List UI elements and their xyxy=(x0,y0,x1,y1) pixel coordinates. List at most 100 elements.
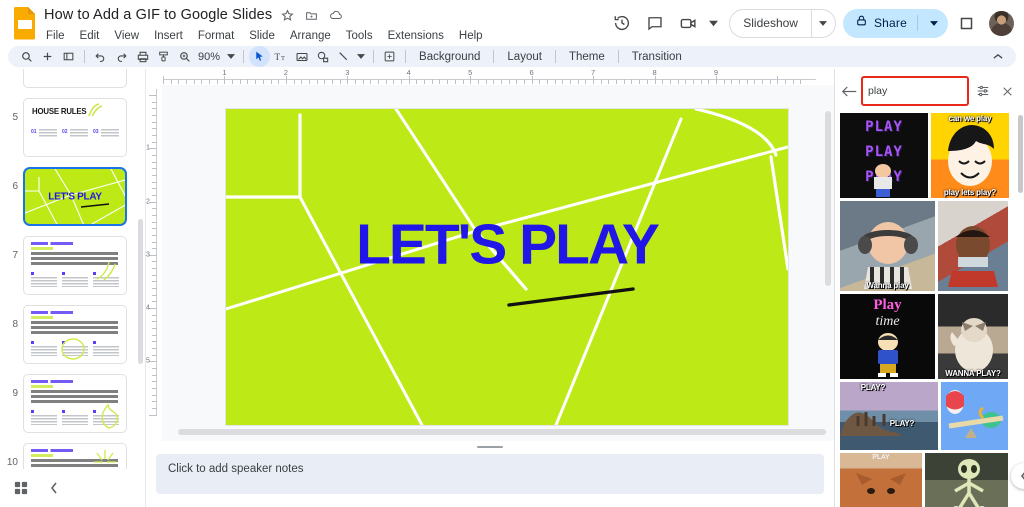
google-slides-logo[interactable] xyxy=(12,6,38,40)
slide-title-text[interactable]: LET'S PLAY xyxy=(226,216,788,273)
insert-image-icon[interactable] xyxy=(291,46,312,67)
gif-play-play-play[interactable]: PLAYPLAYPLAY xyxy=(840,113,928,198)
layout-button[interactable]: Layout xyxy=(499,51,550,63)
filmstrip-scroll-area[interactable]: 5 HOUSE RULES 01 02 03 6 xyxy=(0,69,145,469)
cloud-saved-icon[interactable] xyxy=(327,7,344,24)
slide-row-10[interactable]: 10 xyxy=(0,438,145,469)
print-icon[interactable] xyxy=(132,46,153,67)
select-tool-icon[interactable] xyxy=(249,46,270,67)
gif-search-input[interactable] xyxy=(864,79,966,103)
close-panel-icon[interactable] xyxy=(997,81,1017,101)
slide-thumbnail-5[interactable]: HOUSE RULES 01 02 03 xyxy=(23,98,127,157)
svg-text:T: T xyxy=(275,52,281,62)
grid-view-icon[interactable] xyxy=(14,481,28,495)
slide-row-7[interactable]: 7 xyxy=(0,231,145,300)
gif-can-we-play-anime[interactable]: can we play play lets play? xyxy=(931,113,1009,198)
gif-cat-wanna-play[interactable]: WANNA PLAY? xyxy=(938,294,1008,379)
version-history-icon[interactable] xyxy=(607,8,637,38)
new-slide-icon[interactable] xyxy=(37,46,58,67)
slideshow-button[interactable]: Slideshow xyxy=(730,10,811,37)
menu-help[interactable]: Help xyxy=(457,29,485,43)
horizontal-ruler[interactable]: 123456789 xyxy=(146,69,834,85)
zoom-level-value[interactable]: 90% xyxy=(195,51,223,63)
gif-penguin-seesaw[interactable] xyxy=(941,382,1008,450)
paint-format-icon[interactable] xyxy=(153,46,174,67)
share-dropdown-icon[interactable] xyxy=(924,21,944,26)
move-to-folder-icon[interactable] xyxy=(303,7,320,24)
slide-5-columns: 01 02 03 xyxy=(31,129,119,137)
menu-arrange[interactable]: Arrange xyxy=(288,29,333,43)
comment-add-icon[interactable] xyxy=(379,46,400,67)
line-icon[interactable] xyxy=(333,46,354,67)
slide-thumbnail-7[interactable] xyxy=(23,236,127,295)
gif-panel-scrollbar[interactable] xyxy=(1018,115,1023,193)
slide-row-5[interactable]: 5 HOUSE RULES 01 02 03 xyxy=(0,93,145,162)
undo-icon[interactable] xyxy=(90,46,111,67)
slide-thumbnail[interactable] xyxy=(23,69,127,88)
slide-row-6[interactable]: 6 LET'S PLAY xyxy=(0,162,145,231)
join-call-icon[interactable] xyxy=(673,8,703,38)
star-icon[interactable] xyxy=(279,7,296,24)
toolbar-divider-3 xyxy=(373,50,374,63)
canvas-horizontal-scrollbar[interactable] xyxy=(178,429,826,435)
slide-thumbnail-9[interactable] xyxy=(23,374,127,433)
zoom-icon[interactable] xyxy=(174,46,195,67)
menu-edit[interactable]: Edit xyxy=(78,29,102,43)
present-mode-icon[interactable] xyxy=(951,8,981,38)
gif-search-highlight xyxy=(861,76,969,106)
slide-row-9[interactable]: 9 xyxy=(0,369,145,438)
menu-view[interactable]: View xyxy=(112,29,141,43)
gif-orange-cat-play[interactable]: PLAY xyxy=(840,453,922,507)
slide-thumbnail-10[interactable] xyxy=(23,443,127,469)
share-button[interactable]: Share xyxy=(843,9,948,38)
document-title[interactable]: How to Add a GIF to Google Slides xyxy=(44,7,272,23)
menu-format[interactable]: Format xyxy=(196,29,236,43)
slide-row-8[interactable]: 8 xyxy=(0,300,145,369)
filmstrip-scrollbar[interactable] xyxy=(138,219,143,364)
collapse-filmstrip-icon[interactable] xyxy=(50,482,58,494)
gif-sea-play[interactable]: PLAY? PLAY? xyxy=(840,382,938,450)
slide-filmstrip: 5 HOUSE RULES 01 02 03 6 xyxy=(0,69,146,507)
zoom-dropdown-icon[interactable] xyxy=(223,46,238,67)
join-call-dropdown-icon[interactable] xyxy=(706,8,720,38)
slide-thumbnail-6-selected[interactable]: LET'S PLAY xyxy=(23,167,127,226)
notes-resize-handle[interactable] xyxy=(477,446,503,448)
redo-icon[interactable] xyxy=(111,46,132,67)
gif-baby-wanna-play[interactable]: Wanna play xyxy=(840,201,935,291)
menu-extensions[interactable]: Extensions xyxy=(386,29,446,43)
theme-button[interactable]: Theme xyxy=(561,51,613,63)
canvas-stage[interactable]: LET'S PLAY xyxy=(162,85,834,441)
menu-slide[interactable]: Slide xyxy=(247,29,277,43)
share-label: Share xyxy=(874,16,907,30)
gif-results-grid[interactable]: PLAYPLAYPLAY can we play play lets pla xyxy=(835,113,1024,507)
current-slide-canvas[interactable]: LET'S PLAY xyxy=(226,109,788,425)
transition-button[interactable]: Transition xyxy=(624,51,690,63)
speaker-notes-input[interactable]: Click to add speaker notes xyxy=(156,454,824,494)
slide-number-7: 7 xyxy=(4,236,18,261)
account-avatar[interactable] xyxy=(989,11,1014,36)
collapse-toolbar-icon[interactable] xyxy=(987,46,1008,67)
toolbar-divider-7 xyxy=(618,50,619,63)
gif-kid-playing[interactable] xyxy=(938,201,1008,291)
canvas-vertical-scrollbar[interactable] xyxy=(825,111,831,286)
back-arrow-icon[interactable] xyxy=(842,81,857,101)
shape-icon[interactable] xyxy=(312,46,333,67)
line-dropdown-icon[interactable] xyxy=(354,46,368,67)
gif-skeleton-dance[interactable] xyxy=(925,453,1008,507)
tune-filter-icon[interactable] xyxy=(973,81,993,101)
menu-insert[interactable]: Insert xyxy=(152,29,185,43)
slide-thumbnail-8[interactable] xyxy=(23,305,127,364)
background-button[interactable]: Background xyxy=(411,51,488,63)
toolbar-divider-6 xyxy=(555,50,556,63)
text-box-icon[interactable]: T T xyxy=(270,46,291,67)
menu-file[interactable]: File xyxy=(44,29,67,43)
gif-play-time-cartoon[interactable]: Play time xyxy=(840,294,935,379)
vertical-ruler[interactable]: 12345 xyxy=(146,85,162,441)
menu-tools[interactable]: Tools xyxy=(344,29,375,43)
slide-row-partial[interactable] xyxy=(0,69,145,93)
comment-icon[interactable] xyxy=(640,8,670,38)
search-icon[interactable] xyxy=(16,46,37,67)
slideshow-dropdown-icon[interactable] xyxy=(811,10,835,37)
layout-icon[interactable] xyxy=(58,46,79,67)
ruler-h-label: 2 xyxy=(284,69,288,77)
